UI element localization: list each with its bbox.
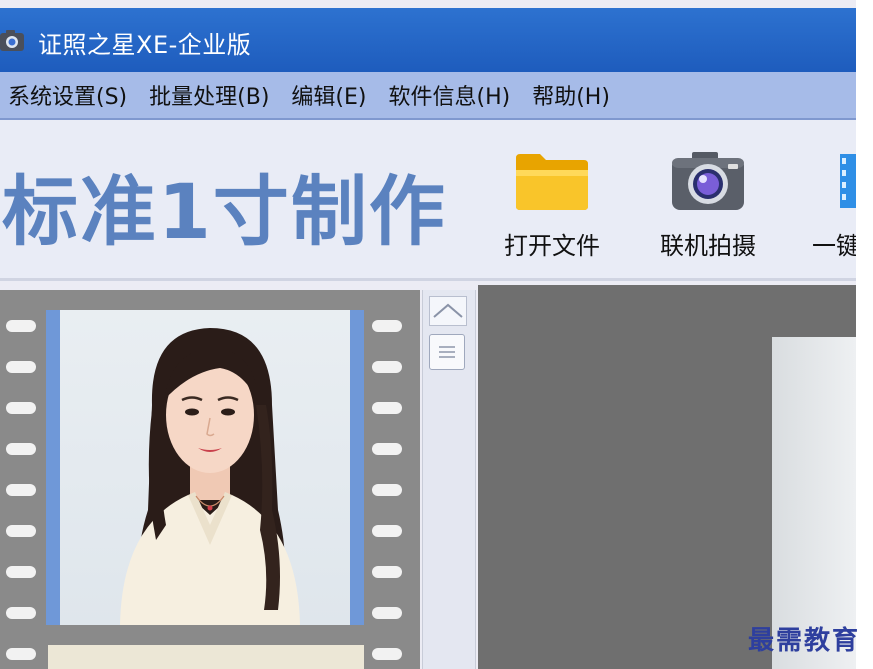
menu-batch-processing[interactable]: 批量处理(B) — [149, 79, 269, 111]
chevron-up-icon — [433, 303, 463, 318]
next-photo-frame[interactable] — [48, 645, 364, 669]
scroll-up-button[interactable] — [429, 296, 467, 326]
film-hole — [372, 361, 402, 373]
film-hole — [372, 607, 402, 619]
window-title: 证照之星XE-企业版 — [38, 31, 252, 59]
film-hole — [6, 566, 36, 578]
film-hole — [372, 484, 402, 496]
menu-bar: 系统设置(S) 批量处理(B) 编辑(E) 软件信息(H) 帮助(H) — [0, 72, 856, 120]
app-window: 证照之星XE-企业版 系统设置(S) 批量处理(B) 编辑(E) 软件信息(H)… — [0, 0, 856, 669]
menu-help[interactable]: 帮助(H) — [532, 79, 610, 111]
film-hole — [6, 648, 36, 660]
camera-capture-button[interactable]: 联机拍摄 — [660, 150, 756, 261]
folder-icon — [516, 154, 588, 210]
film-hole — [372, 402, 402, 414]
film-hole — [6, 484, 36, 496]
one-click-button[interactable]: 一键 — [812, 150, 856, 261]
film-icon — [840, 154, 856, 208]
film-hole — [372, 443, 402, 455]
grip-icon — [439, 346, 455, 358]
preview-canvas[interactable] — [478, 285, 856, 669]
menu-edit[interactable]: 编辑(E) — [291, 79, 366, 111]
photo-film-strip — [0, 290, 420, 669]
film-strip-scrollbar[interactable] — [422, 290, 476, 669]
open-file-label: 打开文件 — [504, 232, 600, 260]
watermark-logo: 最需教育 — [748, 626, 861, 656]
film-hole — [6, 320, 36, 332]
one-click-label: 一键 — [812, 232, 856, 260]
film-hole — [372, 320, 402, 332]
camera-icon — [672, 152, 744, 210]
scroll-thumb[interactable] — [429, 334, 465, 370]
portrait-illustration — [120, 328, 300, 625]
film-hole — [372, 525, 402, 537]
title-bar: 证照之星XE-企业版 — [0, 8, 856, 72]
menu-system-settings[interactable]: 系统设置(S) — [8, 79, 127, 111]
film-hole — [6, 402, 36, 414]
film-hole — [372, 566, 402, 578]
film-hole — [6, 607, 36, 619]
film-hole — [6, 525, 36, 537]
portrait-photo — [60, 310, 350, 625]
open-file-button[interactable]: 打开文件 — [504, 150, 600, 261]
menu-software-info[interactable]: 软件信息(H) — [388, 79, 510, 111]
toolbar: 标准1寸制作 打开文件 联机拍摄 一键 — [0, 120, 856, 281]
film-hole — [6, 361, 36, 373]
film-hole — [372, 648, 402, 660]
camera-app-icon — [0, 30, 24, 51]
screen-edge — [856, 0, 873, 669]
film-hole — [6, 443, 36, 455]
selected-photo-frame[interactable] — [46, 310, 364, 625]
camera-capture-label: 联机拍摄 — [660, 232, 756, 260]
mode-heading: 标准1寸制作 — [2, 167, 447, 256]
